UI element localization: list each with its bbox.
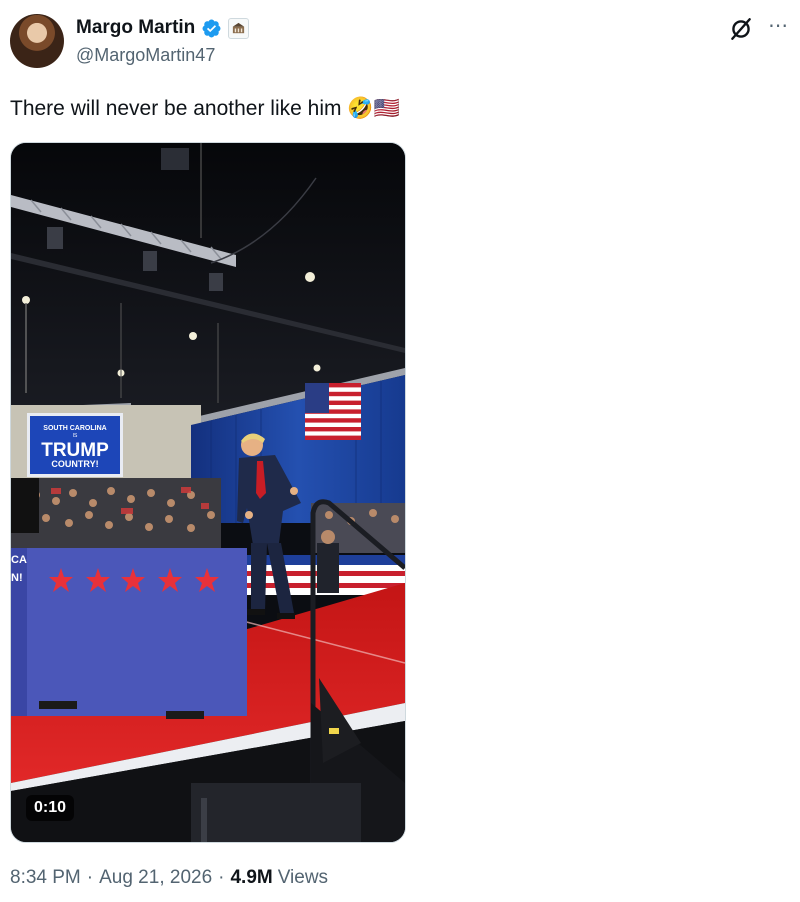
views-label: Views (277, 867, 329, 888)
tweet-time[interactable]: 8:34 PM (10, 866, 81, 890)
verified-badge-icon (202, 19, 221, 37)
white-house-seal-icon[interactable] (228, 17, 250, 39)
tweet-meta: 8:34 PM · Aug 21, 2026 · 4.9M Views (10, 866, 328, 890)
edge-text-1: CA (11, 554, 27, 566)
author-name[interactable]: Margo Martin (76, 16, 195, 40)
separator-dot: · (86, 867, 94, 888)
grok-icon[interactable] (728, 16, 754, 42)
separator-dot: · (218, 867, 225, 888)
author-avatar[interactable] (10, 14, 64, 68)
more-options-icon[interactable]: ⋯ (764, 12, 792, 40)
banner-line-1: SOUTH CAROLINA (43, 425, 106, 432)
views-count[interactable]: 4.9M (230, 866, 272, 890)
banner-line-4: COUNTRY! (51, 459, 98, 469)
author-handle[interactable]: @MargoMartin47 (76, 44, 215, 66)
banner-line-2: IS (73, 433, 78, 439)
video-frame: SOUTH CAROLINA IS TRUMP COUNTRY! CA N! (11, 143, 405, 842)
edge-text-2: N! (11, 572, 23, 584)
video-duration: 0:10 (26, 795, 75, 821)
tweet-video[interactable]: SOUTH CAROLINA IS TRUMP COUNTRY! CA N! (10, 142, 406, 843)
tweet-text: There will never be another like him 🤣🇺🇸 (10, 97, 400, 120)
tweet-date[interactable]: Aug 21, 2026 (99, 866, 212, 890)
seal-icon (233, 22, 245, 33)
banner-line-3: TRUMP (41, 440, 109, 461)
author-name-row: Margo Martin (76, 16, 250, 40)
